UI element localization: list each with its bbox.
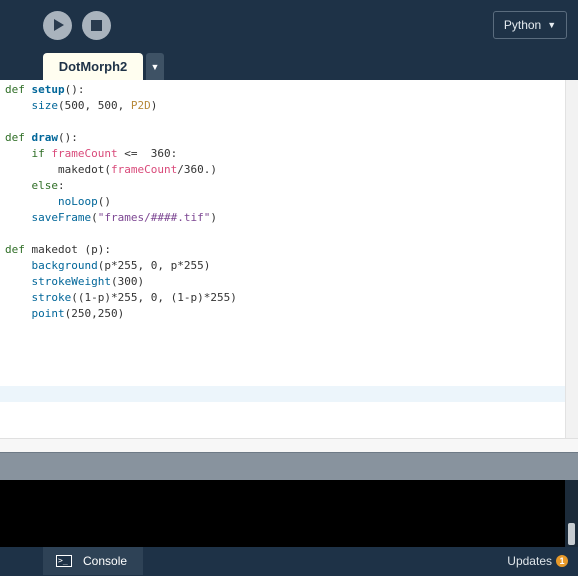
terminal-icon: >_ bbox=[56, 555, 72, 567]
variable-token: frameCount bbox=[51, 147, 118, 160]
code-line: stroke((1-p)*255, 0, (1-p)*255) bbox=[5, 290, 237, 306]
code-text: makedot( bbox=[57, 163, 111, 176]
function-token: setup bbox=[31, 83, 65, 96]
function-token: draw bbox=[31, 131, 59, 144]
code-line: point(250,250) bbox=[5, 306, 125, 322]
function-token: size bbox=[31, 99, 59, 112]
function-token: saveFrame bbox=[31, 211, 92, 224]
updates-count-badge: 1 bbox=[556, 555, 568, 567]
function-token: strokeWeight bbox=[31, 275, 111, 288]
keyword-token: def bbox=[5, 131, 25, 144]
code-text: <= 360: bbox=[117, 147, 178, 160]
code-line: background(p*255, 0, p*255) bbox=[5, 258, 211, 274]
code-text: (): bbox=[64, 83, 85, 96]
code-text: makedot (p): bbox=[24, 243, 111, 256]
code-line: strokeWeight(300) bbox=[5, 274, 145, 290]
mode-selector[interactable]: Python ▼ bbox=[493, 11, 567, 39]
code-line: makedot(frameCount/360.) bbox=[5, 162, 217, 178]
updates-label: Updates bbox=[507, 554, 552, 568]
code-line: def makedot (p): bbox=[5, 242, 111, 258]
footer-bar: >_ Console Updates 1 bbox=[0, 547, 578, 576]
string-token: "frames/####.tif" bbox=[97, 211, 211, 224]
keyword-token: if bbox=[31, 147, 45, 160]
constant-token: P2D bbox=[130, 99, 151, 112]
code-line: else: bbox=[5, 178, 65, 194]
code-text: /360.) bbox=[177, 163, 217, 176]
console-tab-label: Console bbox=[83, 554, 128, 568]
code-text: ) bbox=[150, 99, 158, 112]
play-icon bbox=[54, 19, 64, 31]
code-line: noLoop() bbox=[5, 194, 111, 210]
code-text: () bbox=[97, 195, 111, 208]
console-output bbox=[0, 480, 565, 547]
run-button[interactable] bbox=[43, 11, 72, 40]
pane-divider[interactable] bbox=[0, 452, 578, 480]
code-line: if frameCount <= 360: bbox=[5, 146, 178, 162]
keyword-token: else bbox=[31, 179, 59, 192]
console-scrollbar[interactable] bbox=[565, 480, 578, 547]
tab-bar: DotMorph2 ▼ bbox=[0, 52, 578, 80]
current-line-highlight bbox=[0, 386, 565, 402]
tab-menu-button[interactable]: ▼ bbox=[146, 53, 164, 80]
mode-label: Python bbox=[503, 18, 542, 32]
code-text: (500, 500, bbox=[58, 99, 131, 112]
updates-button[interactable]: Updates 1 bbox=[507, 554, 568, 568]
function-token: noLoop bbox=[57, 195, 98, 208]
function-token: point bbox=[31, 307, 65, 320]
code-text: : bbox=[58, 179, 65, 192]
keyword-token: def bbox=[5, 83, 25, 96]
function-token: stroke bbox=[31, 291, 72, 304]
code-line: size(500, 500, P2D) bbox=[5, 98, 158, 114]
code-text: ) bbox=[210, 211, 217, 224]
function-token: background bbox=[31, 259, 98, 272]
code-editor[interactable]: def setup(): size(500, 500, P2D) def dra… bbox=[0, 80, 565, 438]
console-scroll-thumb[interactable] bbox=[568, 523, 575, 545]
code-line: def setup(): bbox=[5, 82, 85, 98]
editor-vertical-scrollbar[interactable] bbox=[565, 80, 578, 438]
code-line: def draw(): bbox=[5, 130, 78, 146]
variable-token: frameCount bbox=[110, 163, 178, 176]
code-line: saveFrame("frames/####.tif") bbox=[5, 210, 217, 226]
keyword-token: def bbox=[5, 243, 25, 256]
code-text: (): bbox=[58, 131, 78, 144]
stop-button[interactable] bbox=[82, 11, 111, 40]
code-text: (p*255, 0, p*255) bbox=[97, 259, 211, 272]
code-text: (300) bbox=[110, 275, 145, 288]
chevron-down-icon: ▼ bbox=[547, 20, 557, 30]
console-tab[interactable]: >_ Console bbox=[43, 547, 143, 575]
editor-horizontal-scrollbar[interactable] bbox=[0, 438, 578, 452]
code-text: ((1-p)*255, 0, (1-p)*255) bbox=[71, 291, 237, 304]
tab-dotmorph2[interactable]: DotMorph2 bbox=[43, 53, 143, 80]
code-text: ( bbox=[91, 211, 98, 224]
stop-icon bbox=[91, 20, 102, 31]
toolbar: Python ▼ bbox=[0, 0, 578, 52]
code-text: (250,250) bbox=[64, 307, 125, 320]
